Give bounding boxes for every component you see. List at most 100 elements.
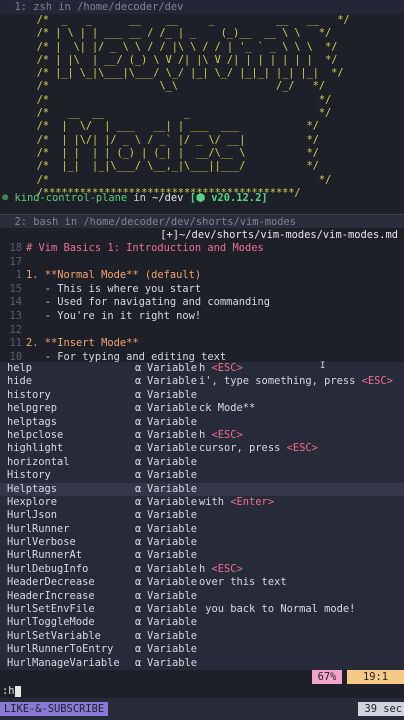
editor-line[interactable]: 12 [0,324,404,338]
completion-kind: Variable [147,495,198,508]
completion-item[interactable]: HurlRunnerAt α Variable [0,549,404,563]
background-text: with [199,495,231,508]
completion-item[interactable]: HurlVerbose α Variable [0,536,404,550]
completion-name: helpclose [7,428,64,441]
completion-item[interactable]: HurlSetVariable α Variable [0,629,404,644]
line-text: - For typing and editing text [26,350,227,363]
alpha-icon: α [135,656,142,669]
mouse-cursor-icon: I [320,361,326,371]
completion-name: horizontal [7,455,70,468]
completion-kind: Variable [147,576,198,589]
key-token: <ESC> [361,375,393,388]
completion-name: highlight [7,442,64,455]
completion-item[interactable]: help α Variable h <ESC> [0,362,404,376]
completion-kind: Variable [147,509,198,522]
shell-prompt: ☸ kind-control-plane in ~/dev [⬢ v20.12.… [2,190,268,206]
prompt-in-text: in [127,192,153,204]
completion-name: helpgrep [7,402,58,415]
file-path: [+]~/dev/shorts/vim-modes/vim-modes.md [160,229,398,241]
completion-item[interactable]: helpclose α Variable h <ESC> [0,428,404,443]
completion-item[interactable]: history α Variable [0,388,404,403]
alpha-icon: α [135,549,142,562]
editor-line[interactable]: 15 - This is where you start [0,283,404,297]
completion-popup[interactable]: help α Variable h <ESC> hide α Variable i', typ… [0,362,404,684]
key-token: <ESC> [286,442,318,455]
tmux-statusbar: LIKE-&-SUBSCRIBE 39 sec [0,698,404,720]
completion-name: HurlRunnerAt [7,549,83,562]
completion-item[interactable]: helpgrep α Variable ck Mode** [0,402,404,416]
completion-kind: Variable [147,442,198,455]
editor-buffer[interactable]: 18 # Vim Basics 1: Introduction and Modes… [0,242,404,364]
editor-line[interactable]: 14 - Used for navigating and commanding [0,296,404,310]
command-line[interactable]: :h [0,684,404,698]
completion-kind: Variable [147,455,198,468]
alpha-icon: α [135,536,142,549]
alpha-icon: α [135,455,142,468]
completion-kind: Variable [147,562,198,575]
completion-name: HurlVerbose [7,536,76,549]
line-number: 14 [9,296,22,309]
completion-name: HurlSetVariable [7,629,101,642]
completion-item[interactable]: Hexplore α Variable with <Enter> [0,495,404,510]
completion-item[interactable]: HurlDebugInfo α Variable h <ESC> [0,562,404,577]
completion-item[interactable]: HurlToggleMode α Variable [0,616,404,630]
completion-item[interactable]: HeaderIncrease α Variable [0,589,404,604]
alpha-icon: α [135,509,142,522]
pane-title-zsh[interactable]: 1: zsh in /home/decoder/dev [0,0,404,14]
alpha-icon: α [135,375,142,388]
line-text: - This is where you start [26,282,202,295]
editor-line[interactable]: 1 1. **Normal Mode** (default) [0,269,404,283]
editor-line[interactable]: 17 [0,256,404,270]
session-name[interactable]: LIKE-&-SUBSCRIBE [0,702,109,716]
completion-item[interactable]: HurlManageVariable α Variable [0,656,404,670]
completion-item[interactable]: helptags α Variable [0,415,404,429]
pane-title-bash[interactable]: 2: bash in /home/decoder/dev/shorts/vim-… [0,214,404,228]
completion-name: help [7,362,33,374]
completion-name: Helptags [7,482,58,495]
line-number: 13 [9,309,22,322]
completion-kind: Variable [147,375,198,388]
editor-line[interactable]: 11 2. **Insert Mode** [0,337,404,351]
completion-item[interactable]: HurlRunner α Variable [0,522,404,537]
completion-name: Hexplore [7,495,58,508]
background-text: over this text [199,576,287,589]
completion-item[interactable]: horizontal α Variable [0,455,404,470]
completion-kind: Variable [147,589,198,602]
node-version: [⬢ v20.12.2] [183,192,268,204]
editor-line[interactable]: 13 - You're in it right now! [0,310,404,324]
line-text: # Vim Basics 1: Introduction and Modes [26,242,264,254]
k8s-context: ☸ kind-control-plane [2,192,128,204]
scroll-percent: 67% [312,670,342,684]
line-number: 1 [15,269,22,282]
completion-item[interactable]: History α Variable [0,469,404,483]
statusline: 67% 19:1 [0,670,404,684]
completion-name: HurlToggleMode [7,616,95,629]
elapsed-time: 39 sec [358,702,404,716]
alpha-icon: α [135,603,142,616]
background-text: i', type something, press [199,375,362,388]
alpha-icon: α [135,402,142,415]
cursor-position: 19:1 [347,670,404,684]
key-token: <ESC> [211,562,243,575]
completion-item[interactable]: HeaderDecrease α Variable over this text [0,576,404,590]
completion-kind: Variable [147,549,198,562]
alpha-icon: α [135,643,142,656]
completion-item[interactable]: HurlJson α Variable [0,509,404,523]
completion-kind: Variable [147,656,198,669]
line-text: - Used for navigating and commanding [26,296,270,309]
background-text: h [199,562,212,575]
completion-name: History [7,469,51,482]
text-cursor [14,685,21,697]
completion-name: HurlManageVariable [7,656,120,669]
completion-item[interactable]: hide α Variable i', type something, press <… [0,375,404,389]
alpha-icon: α [135,469,142,482]
line-text: 2. **Insert Mode** [26,337,139,350]
completion-item[interactable]: Helptags α Variable [0,482,404,496]
completion-item[interactable]: highlight α Variable cursor, press <ESC> [0,442,404,456]
editor-line[interactable]: 18 # Vim Basics 1: Introduction and Modes [0,242,404,256]
completion-name: hide [7,375,33,388]
completion-item[interactable]: HurlSetEnvFile α Variable you back to Norm… [0,603,404,617]
completion-item[interactable]: HurlRunnerToEntry α Variable [0,643,404,657]
completion-kind: Variable [147,536,198,549]
background-text: ck Mode** [199,402,256,415]
